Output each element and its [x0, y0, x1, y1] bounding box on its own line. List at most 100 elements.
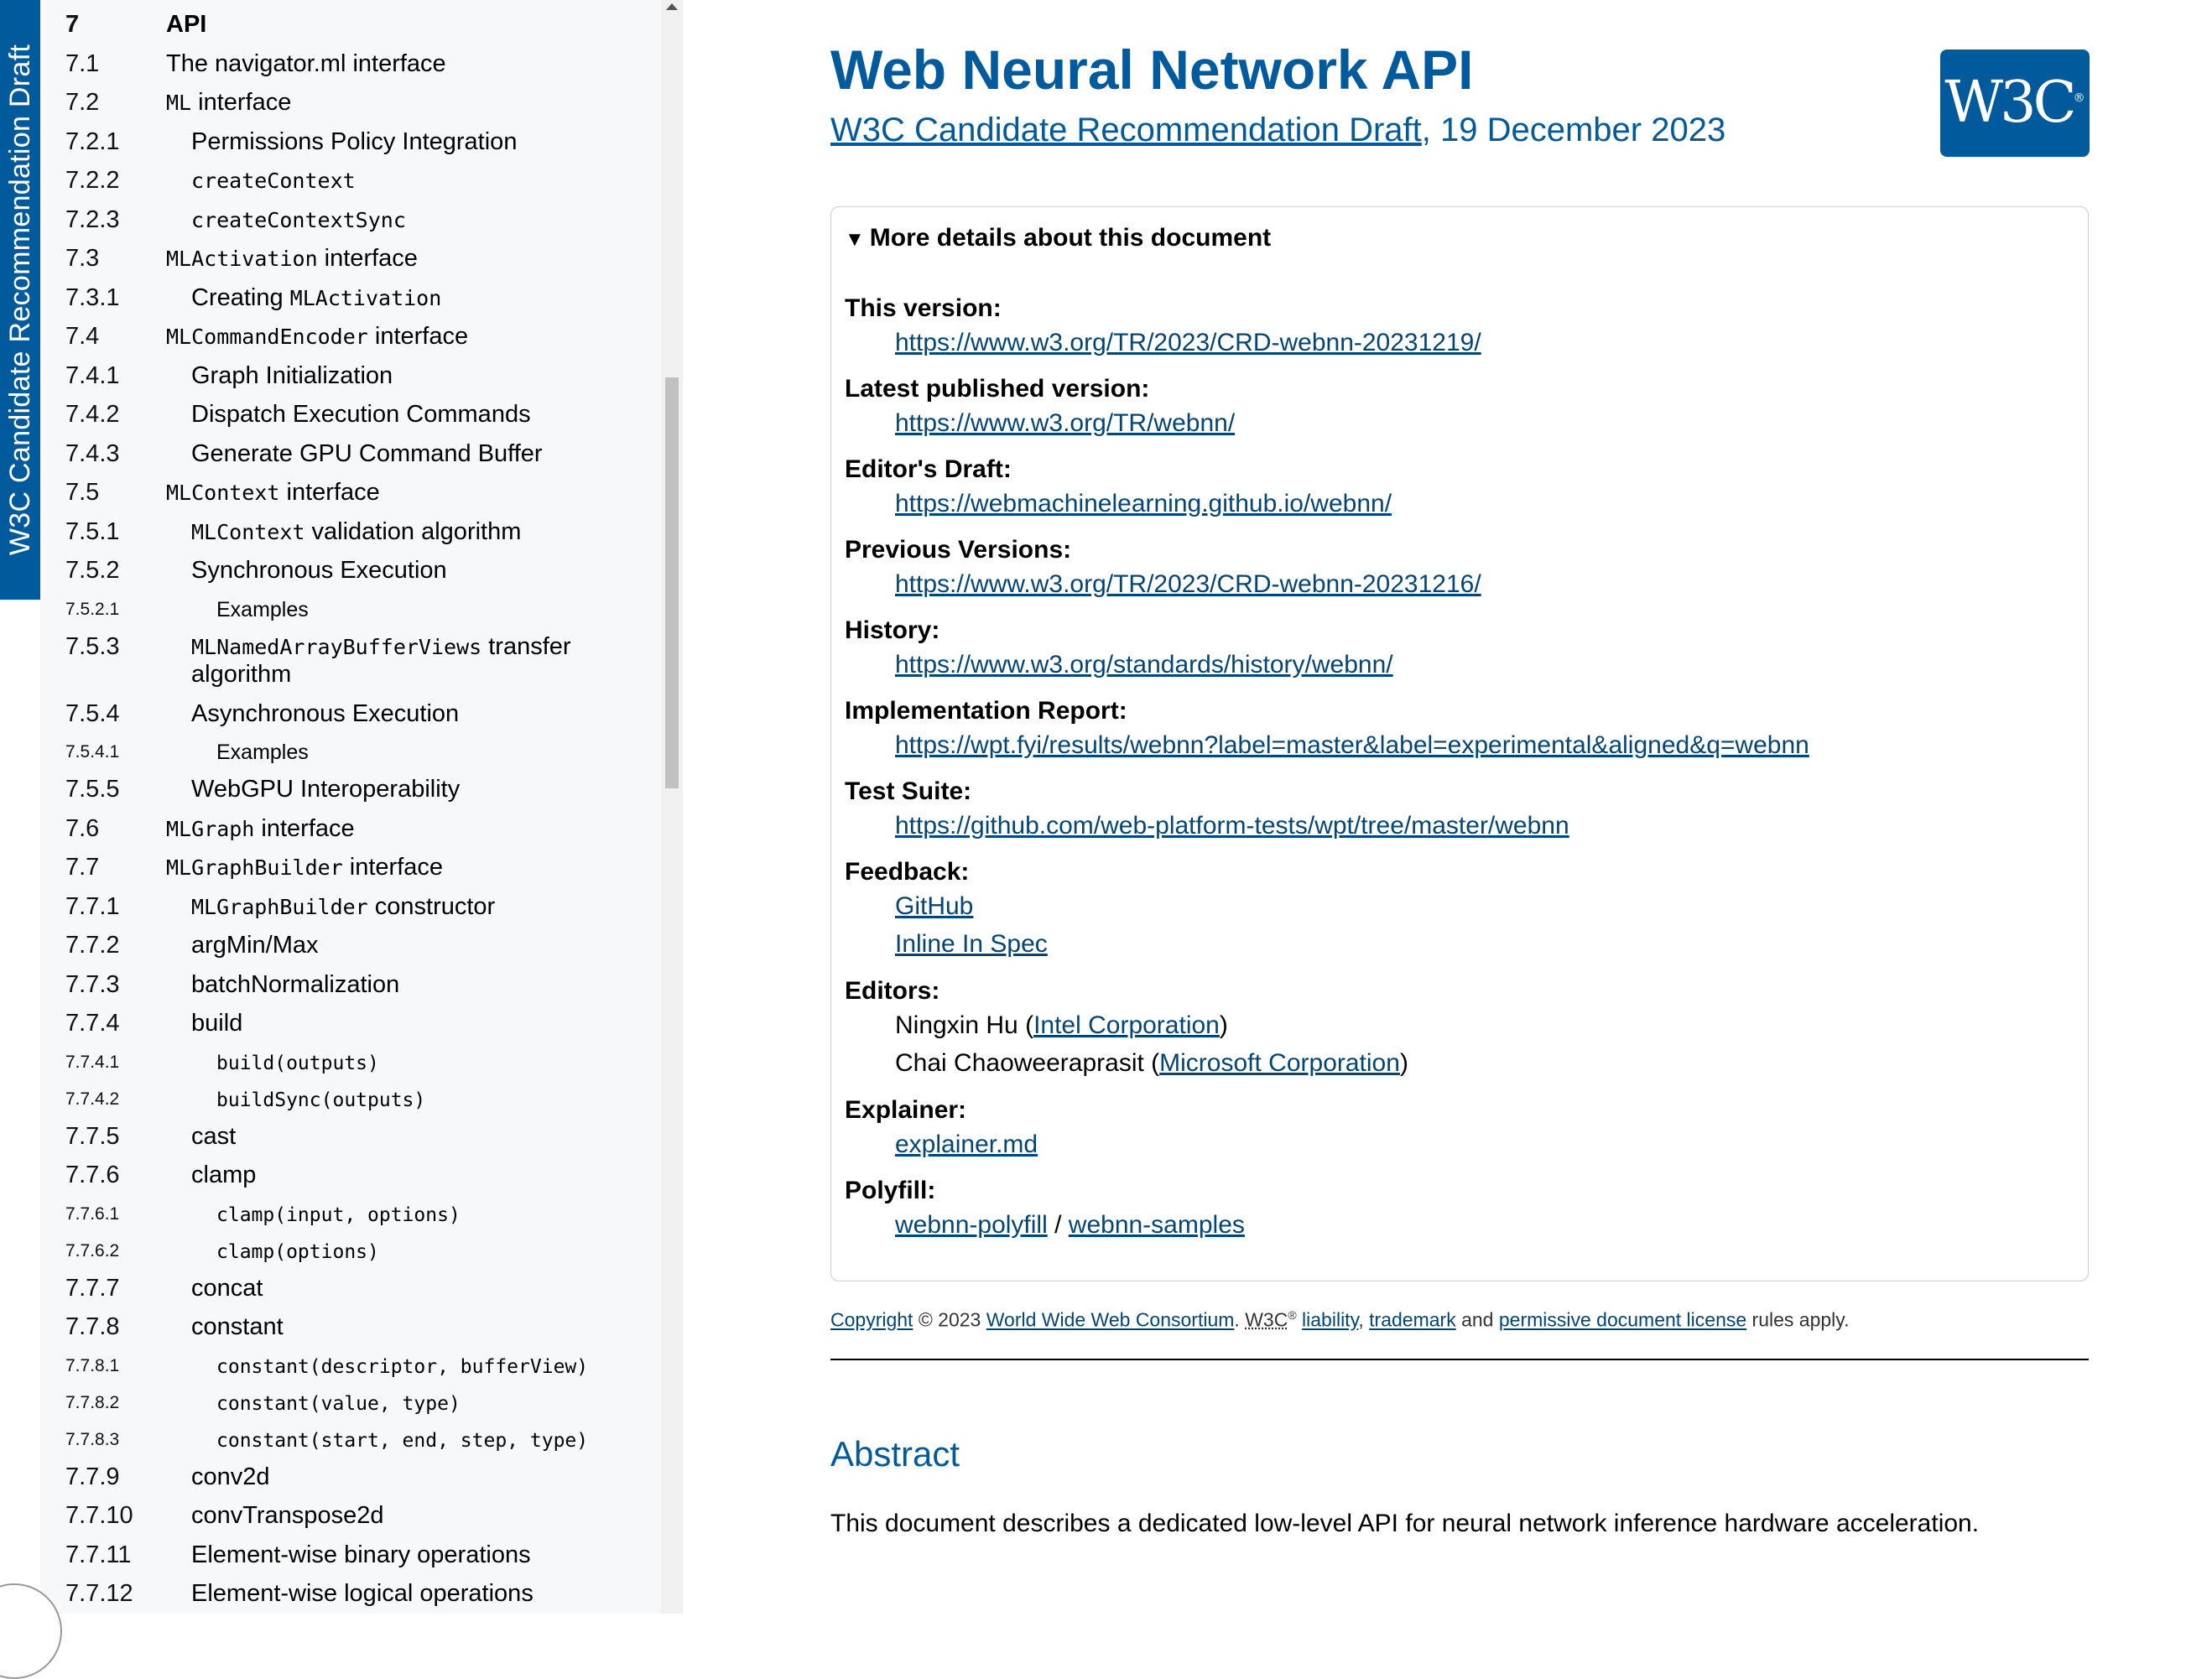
toc-item-label: Creating MLActivation: [191, 283, 442, 311]
toc-item-label: buildSync(outputs): [216, 1089, 426, 1111]
previous-versions-link[interactable]: https://www.w3.org/TR/2023/CRD-webnn-202…: [895, 570, 1481, 598]
toc-item-number: 7.7.6: [65, 1162, 120, 1188]
toc-item-label: MLContext interface: [166, 479, 380, 506]
toc-item-number: 7.7.5: [65, 1122, 120, 1150]
toc-item-number: 7.3.1: [65, 283, 120, 311]
toc-item-number: 7.7.11: [65, 1541, 132, 1568]
copyright-text: .: [1234, 1308, 1246, 1331]
toc-item-label: MLCommandEncoder interface: [166, 323, 469, 350]
polyfill-link[interactable]: webnn-polyfill: [895, 1211, 1048, 1239]
toc-item-label: MLNamedArrayBufferViews transfer: [191, 632, 571, 660]
feedback-inline-link[interactable]: Inline In Spec: [895, 930, 1048, 958]
disclosure-triangle-icon[interactable]: ▼: [845, 228, 865, 252]
implementation-report-link[interactable]: https://wpt.fyi/results/webnn?label=mast…: [895, 731, 1809, 759]
this-version-label: This version:: [845, 294, 1002, 322]
toc-item-number: 7.2.3: [65, 205, 120, 233]
details-summary[interactable]: ▼ More details about this document: [845, 224, 1271, 252]
copyright-link[interactable]: Copyright: [830, 1309, 913, 1331]
toc-item-label: MLGraph interface: [166, 814, 355, 842]
toc-scrollbar[interactable]: [661, 0, 683, 1614]
feedback-label: Feedback:: [845, 858, 970, 886]
latest-version-link[interactable]: https://www.w3.org/TR/webnn/: [895, 409, 1235, 437]
toc-item-label: Element-wise logical operations: [191, 1580, 533, 1607]
toc-item-number: 7.7.10: [65, 1502, 133, 1529]
copyright-text: ,: [1358, 1308, 1370, 1331]
toc-item-label: cast: [191, 1122, 237, 1150]
explainer-link[interactable]: explainer.md: [895, 1131, 1038, 1158]
toc-item-label: Examples: [216, 741, 309, 764]
editor-1-org-link[interactable]: Intel Corporation: [1033, 1011, 1220, 1039]
editor-2-name: Chai Chaoweeraprasit (: [895, 1049, 1160, 1077]
toc-item-label: Graph Initialization: [191, 361, 393, 389]
toc-item-number: 7.5.4: [65, 699, 120, 727]
history-link[interactable]: https://www.w3.org/standards/history/web…: [895, 651, 1393, 678]
toc-item-number: 7.5.2: [65, 557, 120, 584]
liability-link[interactable]: liability: [1302, 1309, 1358, 1331]
toc-item-label: constant: [191, 1313, 284, 1340]
toc-item-label: clamp(input, options): [216, 1203, 461, 1226]
implementation-report-label: Implementation Report:: [845, 697, 1127, 725]
toc-item-label: Asynchronous Execution: [191, 699, 460, 727]
editor-1-name: Ningxin Hu (: [895, 1011, 1034, 1039]
polyfill-separator: /: [1047, 1211, 1069, 1239]
toc-item-number: 7.4: [65, 323, 100, 350]
abstract-text: This document describes a dedicated low-…: [830, 1510, 1980, 1537]
scroll-up-arrow-icon[interactable]: [666, 3, 678, 10]
toc-item-number: 7.7.8.2: [65, 1392, 120, 1412]
toc-item-number: 7.7.4: [65, 1010, 120, 1037]
w3c-logo[interactable]: W3C®: [1940, 49, 2090, 157]
toc-item-number: 7.5.3: [65, 632, 120, 660]
editors-draft-label: Editor's Draft:: [845, 455, 1012, 483]
polyfill-links: webnn-polyfill / webnn-samples: [895, 1211, 1245, 1240]
editor-1-close: ): [1219, 1011, 1228, 1039]
history-label: History:: [845, 616, 940, 644]
polyfill-label: Polyfill:: [845, 1177, 936, 1204]
samples-link[interactable]: webnn-samples: [1069, 1211, 1245, 1239]
toc-item-label: Generate GPU Command Buffer: [191, 439, 543, 467]
toc-item-label: MLGraphBuilder interface: [166, 854, 444, 881]
toc-item-label: WebGPU Interoperability: [191, 776, 461, 803]
toc-item-number: 7.3: [65, 245, 100, 272]
toc-item-number: 7.4.2: [65, 401, 120, 428]
toc-item-label: Synchronous Execution: [191, 557, 447, 584]
toc-item-number: 7.2.2: [65, 167, 120, 194]
test-suite-label: Test Suite:: [845, 777, 972, 805]
copyright-text: rules apply.: [1746, 1308, 1850, 1331]
toc-item-number: 7.7.4.1: [65, 1052, 120, 1072]
trademark-link[interactable]: trademark: [1369, 1309, 1456, 1331]
toc-scroll-thumb[interactable]: [665, 377, 679, 788]
editor-2: Chai Chaoweeraprasit (Microsoft Corporat…: [895, 1049, 1408, 1078]
page-title: Web Neural Network API: [830, 39, 1474, 101]
w3c-abbr: W3C: [1245, 1308, 1288, 1331]
document-license-link[interactable]: permissive document license: [1499, 1309, 1746, 1331]
toc-item-label: Examples: [216, 597, 309, 621]
editor-2-close: ): [1399, 1049, 1408, 1077]
header-divider: [830, 1359, 2089, 1360]
toc-item-label: argMin/Max: [191, 932, 319, 959]
toc-item-label: constant(start, end, step, type): [216, 1429, 589, 1452]
toc-item-number: 7.7.8: [65, 1313, 120, 1340]
toc-item-number: 7.7.1: [65, 892, 120, 920]
w3c-consortium-link[interactable]: World Wide Web Consortium: [986, 1309, 1235, 1331]
subtitle-date: , 19 December 2023: [1421, 112, 1726, 148]
toc-item-label: MLActivation interface: [166, 245, 418, 272]
explainer-label: Explainer:: [845, 1096, 967, 1124]
status-link[interactable]: W3C Candidate Recommendation Draft: [830, 112, 1422, 148]
toc-item-number: 7.7.7: [65, 1274, 120, 1302]
previous-versions-label: Previous Versions:: [845, 536, 1072, 564]
toc-item-label: Permissions Policy Integration: [191, 127, 518, 155]
document-details-box: ▼ More details about this document This v…: [830, 206, 2089, 1281]
editors-label: Editors:: [845, 977, 940, 1005]
editors-draft-link[interactable]: https://webmachinelearning.github.io/web…: [895, 490, 1392, 517]
toc-item-label: Dispatch Execution Commands: [191, 401, 531, 428]
toc-item-number: 7.7.3: [65, 970, 120, 998]
toc-item-number: 7.7: [65, 854, 100, 881]
editor-2-org-link[interactable]: Microsoft Corporation: [1159, 1049, 1400, 1077]
toc-item-number: 7.7.12: [65, 1580, 133, 1607]
this-version-link[interactable]: https://www.w3.org/TR/2023/CRD-webnn-202…: [895, 329, 1481, 356]
test-suite-link[interactable]: https://github.com/web-platform-tests/wp…: [895, 812, 1569, 840]
table-of-contents: 7 API 7.1 The navigator.ml interface 7.2 ML i…: [40, 0, 661, 1614]
feedback-github-link[interactable]: GitHub: [895, 892, 973, 920]
toc-item-number: 7.6: [65, 814, 100, 842]
toc-item-label: ML interface: [166, 89, 292, 116]
